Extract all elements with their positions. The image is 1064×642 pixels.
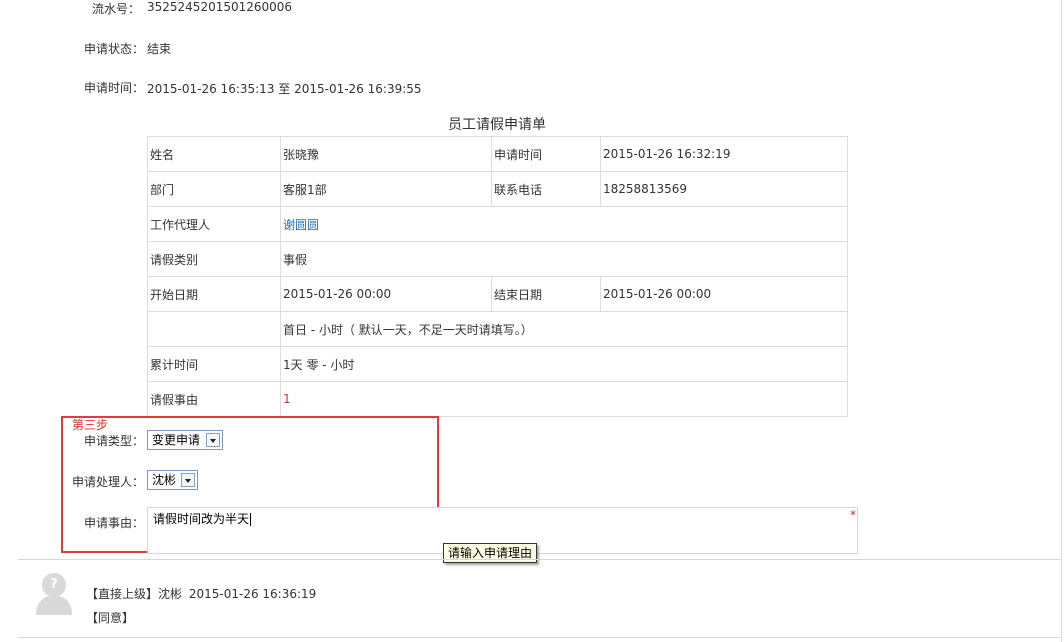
leave-type-value: 事假 xyxy=(280,241,848,277)
name-value: 张晓豫 xyxy=(280,136,492,172)
reason-text: 请假时间改为半天 xyxy=(153,512,250,526)
table-row: 请假类别 事假 xyxy=(147,241,848,277)
avatar-head: ? xyxy=(42,573,66,597)
table-row: 首日 - 小时（ 默认一天，不足一天时请填写。） xyxy=(147,311,848,347)
table-row: 工作代理人 谢圆圆 xyxy=(147,206,848,242)
request-type-select[interactable]: 变更申请 xyxy=(147,430,223,450)
name-label: 姓名 xyxy=(147,136,281,172)
time-value: 2015-01-26 16:35:13 至 2015-01-26 16:39:5… xyxy=(147,82,422,96)
avatar-glyph: ? xyxy=(50,577,58,592)
request-type-label: 申请类型： xyxy=(83,434,144,448)
required-mark: * xyxy=(850,508,856,522)
apply-time-label: 申请时间 xyxy=(491,136,601,172)
reason-tooltip: 请输入申请理由 xyxy=(443,543,538,563)
empty-cell xyxy=(147,311,281,347)
serial-value: 3525245201501260006 xyxy=(147,0,293,14)
text-caret xyxy=(250,513,252,526)
dropdown-arrow-icon[interactable] xyxy=(181,473,195,487)
approval-time: 2015-01-26 16:36:19 xyxy=(188,587,317,601)
leave-form-table: 姓名 张晓豫 申请时间 2015-01-26 16:32:19 部门 客服1部 … xyxy=(147,136,848,417)
leave-reason-label: 请假事由 xyxy=(147,381,281,417)
status-label: 申请状态： xyxy=(83,42,144,56)
total-time-value: 1天 零 - 小时 xyxy=(280,346,848,382)
form-title: 员工请假申请单 xyxy=(448,117,546,133)
end-date-value: 2015-01-26 00:00 xyxy=(600,276,848,312)
serial-label: 流水号： xyxy=(91,2,140,16)
leave-reason-value: 1 xyxy=(283,392,291,406)
avatar: ? xyxy=(36,573,72,615)
table-row: 姓名 张晓豫 申请时间 2015-01-26 16:32:19 xyxy=(147,136,848,172)
agent-label: 工作代理人 xyxy=(147,206,281,242)
page-right-border xyxy=(1061,0,1062,642)
apply-time-value: 2015-01-26 16:32:19 xyxy=(600,136,848,172)
approval-entry: 【直接上级】沈彬 2015-01-26 16:36:19 xyxy=(86,585,316,602)
table-row: 累计时间 1天 零 - 小时 xyxy=(147,346,848,382)
status-value: 结束 xyxy=(147,42,172,56)
dept-label: 部门 xyxy=(147,171,281,207)
reason-label: 申请事由： xyxy=(83,516,144,530)
agent-link[interactable]: 谢圆圆 xyxy=(283,218,319,232)
request-type-value: 变更申请 xyxy=(152,433,201,447)
handler-select[interactable]: 沈彬 xyxy=(147,470,198,490)
approver-role: 【直接上级】沈彬 xyxy=(86,587,183,601)
dept-value: 客服1部 xyxy=(280,171,492,207)
approval-result: 【同意】 xyxy=(86,611,135,625)
table-row: 部门 客服1部 联系电话 18258813569 xyxy=(147,171,848,207)
handler-value: 沈彬 xyxy=(152,473,177,487)
phone-label: 联系电话 xyxy=(491,171,601,207)
avatar-body xyxy=(36,595,72,615)
handler-label: 申请处理人： xyxy=(71,475,144,489)
end-date-label: 结束日期 xyxy=(491,276,601,312)
leave-type-label: 请假类别 xyxy=(147,241,281,277)
total-time-label: 累计时间 xyxy=(147,346,281,382)
phone-value: 18258813569 xyxy=(600,171,848,207)
start-date-label: 开始日期 xyxy=(147,276,281,312)
first-day-note: 首日 - 小时（ 默认一天，不足一天时请填写。） xyxy=(280,311,848,347)
time-label: 申请时间： xyxy=(83,81,144,95)
divider xyxy=(18,637,1061,638)
dropdown-arrow-icon[interactable] xyxy=(206,433,220,447)
start-date-value: 2015-01-26 00:00 xyxy=(280,276,492,312)
step3-title: 第三步 xyxy=(72,418,109,432)
table-row: 请假事由 1 xyxy=(147,381,848,417)
table-row: 开始日期 2015-01-26 00:00 结束日期 2015-01-26 00… xyxy=(147,276,848,312)
divider xyxy=(18,559,1061,560)
